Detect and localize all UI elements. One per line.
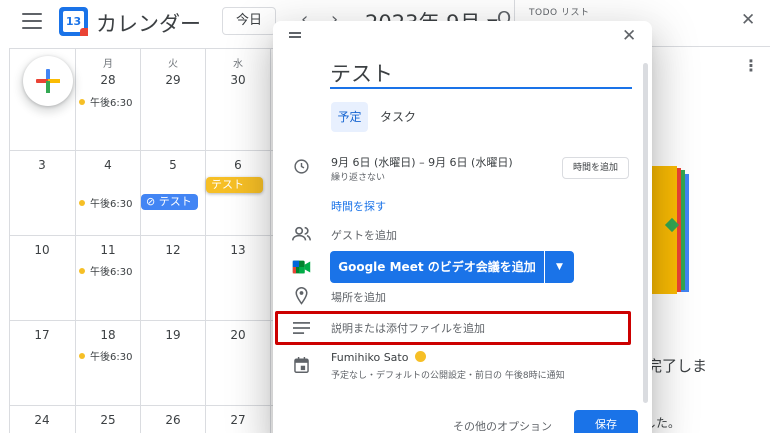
date-cell[interactable]: 12	[140, 243, 206, 257]
date-cell[interactable]: 18	[75, 328, 141, 342]
left-edge	[0, 48, 9, 433]
date-cell[interactable]: 29	[140, 73, 206, 87]
recurring-event[interactable]: 午後6:30	[79, 263, 139, 278]
calendar-logo-icon: 13	[59, 7, 88, 36]
tab-event[interactable]: 予定	[331, 102, 368, 132]
repeat-setting[interactable]: 繰り返さない	[331, 170, 385, 183]
event-title-input[interactable]	[330, 59, 632, 89]
date-cell[interactable]: 20	[205, 328, 271, 342]
recurring-event[interactable]: 午後6:30	[79, 195, 139, 210]
calendar-owner[interactable]: Fumihiko Sato	[331, 351, 427, 364]
clock-icon	[294, 159, 309, 174]
weekday-mon: 月	[103, 59, 113, 70]
more-options-button[interactable]: その他のオプション	[453, 418, 552, 433]
date-cell[interactable]: 30	[205, 73, 271, 87]
date-cell[interactable]: 6	[205, 158, 271, 172]
recurring-event[interactable]: 午後6:30	[79, 94, 139, 109]
google-meet-icon	[292, 260, 311, 274]
guests-icon	[292, 226, 311, 241]
annotation-highlight-box	[275, 311, 631, 345]
add-guests-field[interactable]: ゲストを追加	[331, 227, 397, 243]
add-google-meet-button[interactable]: Google Meet のビデオ会議を追加	[330, 251, 544, 283]
date-cell[interactable]: 27	[205, 413, 271, 427]
date-cell[interactable]: 25	[75, 413, 141, 427]
event-date-range[interactable]: 9月 6日 (水曜日) – 9月 6日 (水曜日)	[331, 154, 513, 170]
date-cell[interactable]: 4	[75, 158, 141, 172]
main-menu-icon[interactable]	[22, 13, 42, 29]
date-cell[interactable]: 24	[9, 413, 75, 427]
event-chip-test-blue[interactable]: ⊘ テスト	[141, 194, 198, 210]
more-vert-icon[interactable]: ⋮	[743, 56, 759, 75]
close-icon[interactable]: ✕	[622, 26, 636, 46]
todo-panel-title: TODO リスト	[529, 8, 590, 18]
event-chip-test-yellow[interactable]: テスト	[206, 177, 263, 193]
drag-handle-icon[interactable]	[289, 32, 301, 40]
date-cell[interactable]: 10	[9, 243, 75, 257]
close-icon[interactable]: ✕	[741, 10, 755, 30]
location-pin-icon	[295, 287, 308, 305]
calendar-icon	[294, 357, 309, 373]
calendar-color-dot	[415, 351, 427, 362]
calendar-settings-summary[interactable]: 予定なし・デフォルトの公開設定・前日の 午後8時に通知	[331, 368, 565, 381]
date-cell[interactable]: 19	[140, 328, 206, 342]
today-button[interactable]: 今日	[222, 7, 276, 35]
date-cell[interactable]: 13	[205, 243, 271, 257]
date-cell[interactable]: 28	[75, 73, 141, 87]
app-title: カレンダー	[96, 12, 201, 36]
tab-task[interactable]: タスク	[380, 102, 416, 132]
event-create-dialog: ✕ 予定 タスク 9月 6日 (水曜日) – 9月 6日 (水曜日) 繰り返さな…	[273, 21, 652, 433]
weekday-tue: 火	[168, 59, 178, 70]
meet-options-dropdown[interactable]: ▼	[545, 251, 574, 283]
find-time-link[interactable]: 時間を探す	[331, 198, 386, 214]
date-cell[interactable]: 5	[140, 158, 206, 172]
dialog-scrollbar[interactable]	[643, 63, 648, 403]
date-cell[interactable]: 11	[75, 243, 141, 257]
date-cell[interactable]: 3	[9, 158, 75, 172]
date-cell[interactable]: 17	[9, 328, 75, 342]
save-button[interactable]: 保存	[574, 410, 638, 433]
add-time-button[interactable]: 時間を追加	[562, 157, 629, 179]
create-button[interactable]	[23, 56, 73, 106]
recurring-event[interactable]: 午後6:30	[79, 348, 139, 363]
weekday-wed: 水	[233, 59, 243, 70]
add-location-field[interactable]: 場所を追加	[331, 289, 386, 305]
date-cell[interactable]: 26	[140, 413, 206, 427]
